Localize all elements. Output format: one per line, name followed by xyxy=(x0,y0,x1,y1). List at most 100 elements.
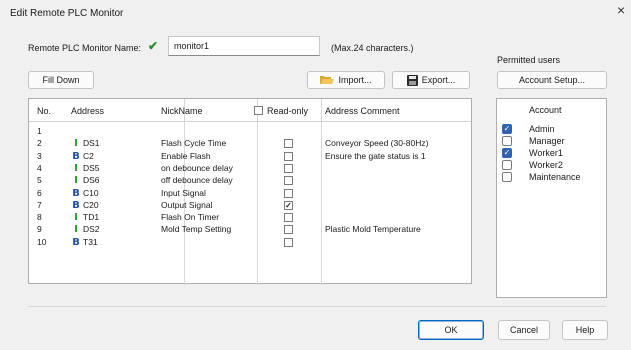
account-setup-button[interactable]: Account Setup... xyxy=(497,71,607,89)
readonly-checkbox[interactable] xyxy=(284,163,293,173)
users-list[interactable]: Account ✓ Admin Manager ✓ Worker1 Worker2 Main… xyxy=(496,98,607,298)
nickname-cell[interactable]: Mold Temp Setting xyxy=(161,224,231,234)
save-icon xyxy=(406,74,418,86)
users-header: Account xyxy=(529,105,562,115)
address-table[interactable]: No. Address NickName Read-only Address C… xyxy=(28,98,472,285)
user-name: Manager xyxy=(529,136,565,146)
address-cell[interactable]: DS1 xyxy=(83,138,100,148)
user-item[interactable]: ✓ Worker1 xyxy=(502,147,602,159)
integer-type-icon: I xyxy=(74,162,78,174)
table-row[interactable]: 5 I DS6 off debounce delay xyxy=(29,174,471,187)
user-checkbox[interactable] xyxy=(502,160,512,170)
help-label: Help xyxy=(575,325,595,335)
readonly-checkbox[interactable] xyxy=(284,176,293,186)
table-row[interactable]: 10 B T31 xyxy=(29,236,471,249)
check-icon: ✔ xyxy=(148,39,159,53)
comment-cell[interactable]: Plastic Mold Temperature xyxy=(325,224,421,234)
address-cell[interactable]: C20 xyxy=(83,200,99,210)
address-cell[interactable]: C10 xyxy=(83,188,99,198)
comment-cell[interactable]: Ensure the gate status is 1 xyxy=(325,151,426,161)
user-name: Maintenance xyxy=(529,172,581,182)
nickname-cell[interactable]: off debounce delay xyxy=(161,175,233,185)
user-name: Admin xyxy=(529,124,555,134)
header-no: No. xyxy=(37,106,52,116)
bit-type-icon: B xyxy=(72,187,80,199)
integer-type-icon: I xyxy=(74,138,78,150)
row-number: 7 xyxy=(37,199,42,210)
table-row[interactable]: 4 I DS5 on debounce delay xyxy=(29,162,471,175)
account-setup-label: Account Setup... xyxy=(518,75,586,85)
table-row[interactable]: 1 xyxy=(29,125,471,138)
integer-type-icon: I xyxy=(74,212,78,224)
table-row[interactable]: 8 I TD1 Flash On Timer xyxy=(29,211,471,224)
row-number: 10 xyxy=(37,236,47,247)
row-number: 5 xyxy=(37,175,42,186)
cancel-label: Cancel xyxy=(509,325,538,335)
footer-divider xyxy=(28,306,606,307)
cancel-button[interactable]: Cancel xyxy=(498,320,550,340)
address-cell[interactable]: DS2 xyxy=(83,224,100,234)
permitted-users-title: Permitted users xyxy=(497,55,561,65)
import-label: Import... xyxy=(338,75,372,85)
header-address: Address xyxy=(71,106,105,116)
table-row[interactable]: 9 I DS2 Mold Temp Setting Plastic Mold Tempe… xyxy=(29,223,471,236)
user-name: Worker2 xyxy=(529,160,563,170)
readonly-header-checkbox[interactable] xyxy=(254,106,263,115)
user-name: Worker1 xyxy=(529,148,563,158)
address-cell[interactable]: T31 xyxy=(83,237,98,247)
readonly-checkbox[interactable] xyxy=(284,151,293,161)
readonly-checkbox[interactable] xyxy=(284,188,293,198)
name-hint: (Max.24 characters.) xyxy=(331,43,414,53)
readonly-checkbox[interactable] xyxy=(284,139,293,149)
address-cell[interactable]: DS5 xyxy=(83,163,100,173)
export-button[interactable]: Export... xyxy=(392,71,470,89)
address-cell[interactable]: DS6 xyxy=(83,175,100,185)
row-number: 8 xyxy=(37,212,42,223)
bit-type-icon: B xyxy=(72,150,80,162)
table-row[interactable]: 6 B C10 Input Signal xyxy=(29,187,471,200)
user-checkbox[interactable]: ✓ xyxy=(502,124,512,134)
user-item[interactable]: ✓ Admin xyxy=(502,123,602,135)
bit-type-icon: B xyxy=(72,236,80,248)
fill-down-button[interactable]: Fill Down xyxy=(28,71,94,89)
nickname-cell[interactable]: Flash Cycle Time xyxy=(161,138,226,148)
user-item[interactable]: Maintenance xyxy=(502,171,602,183)
nickname-cell[interactable]: Enable Flash xyxy=(161,151,211,161)
row-number: 2 xyxy=(37,138,42,149)
folder-open-icon xyxy=(320,76,335,84)
user-item[interactable]: Worker2 xyxy=(502,159,602,171)
table-header: No. Address NickName Read-only Address C… xyxy=(29,99,471,121)
nickname-cell[interactable]: on debounce delay xyxy=(161,163,233,173)
monitor-name-label: Remote PLC Monitor Name: xyxy=(28,43,142,53)
readonly-checkbox[interactable]: ✓ xyxy=(284,200,293,210)
readonly-checkbox[interactable] xyxy=(284,213,293,223)
readonly-checkbox[interactable] xyxy=(284,237,293,247)
help-button[interactable]: Help xyxy=(562,320,608,340)
row-number: 9 xyxy=(37,224,42,235)
integer-type-icon: I xyxy=(74,224,78,236)
user-item[interactable]: Manager xyxy=(502,135,602,147)
import-button[interactable]: Import... xyxy=(307,71,385,89)
readonly-checkbox[interactable] xyxy=(284,225,293,235)
user-checkbox[interactable]: ✓ xyxy=(502,148,512,158)
integer-type-icon: I xyxy=(74,175,78,187)
nickname-cell[interactable]: Flash On Timer xyxy=(161,212,219,222)
header-comment: Address Comment xyxy=(325,106,400,116)
close-icon[interactable]: × xyxy=(617,3,625,17)
address-cell[interactable]: TD1 xyxy=(83,212,99,222)
nickname-cell[interactable]: Input Signal xyxy=(161,188,206,198)
nickname-cell[interactable]: Output Signal xyxy=(161,200,213,210)
dialog-title: Edit Remote PLC Monitor xyxy=(10,8,124,19)
ok-button[interactable]: OK xyxy=(418,320,484,340)
row-number: 4 xyxy=(37,162,42,173)
address-cell[interactable]: C2 xyxy=(83,151,94,161)
monitor-name-input[interactable]: monitor1 xyxy=(168,36,320,56)
fill-down-label: Fill Down xyxy=(42,75,80,85)
user-checkbox[interactable] xyxy=(502,172,512,182)
comment-cell[interactable]: Conveyor Speed (30-80Hz) xyxy=(325,138,428,148)
table-row[interactable]: 2 I DS1 Flash Cycle Time Conveyor Speed (30-… xyxy=(29,137,471,150)
table-row[interactable]: 7 B C20 Output Signal ✓ xyxy=(29,199,471,212)
user-checkbox[interactable] xyxy=(502,136,512,146)
header-readonly: Read-only xyxy=(267,106,309,116)
table-row[interactable]: 3 B C2 Enable Flash Ensure the gate status i… xyxy=(29,150,471,163)
